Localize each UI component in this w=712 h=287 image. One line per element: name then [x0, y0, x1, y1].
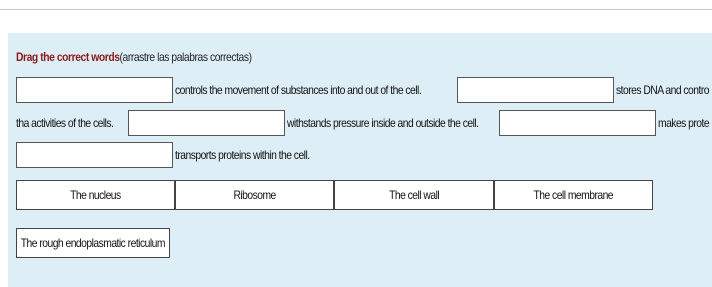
sentence-line-3: transports proteins within the cell.: [16, 142, 712, 168]
sentence-text-2b: tha activities of the cells.: [16, 116, 114, 130]
sentence-text-4: makes prote: [658, 116, 710, 130]
word-label: Ribosome: [233, 188, 276, 202]
word-the-cell-wall[interactable]: The cell wall: [334, 180, 494, 210]
sentence-line-2: tha activities of the cells. withstands …: [16, 110, 712, 136]
word-label: The cell wall: [388, 188, 440, 202]
word-label: The nucleus: [70, 188, 121, 202]
instruction-bold: Drag the correct words: [16, 50, 120, 64]
drop-target-2[interactable]: [457, 77, 614, 103]
sentence-text-2a: stores DNA and contro: [616, 83, 710, 97]
word-the-nucleus[interactable]: The nucleus: [16, 180, 175, 210]
drop-target-1[interactable]: [16, 77, 173, 103]
sentence-line-1: controls the movement of substances into…: [16, 77, 712, 103]
drop-target-4[interactable]: [499, 110, 656, 136]
word-the-cell-membrane[interactable]: The cell membrane: [494, 180, 653, 210]
word-label: The rough endoplasmatic reticulum: [20, 236, 166, 250]
sentence-text-5: transports proteins within the cell.: [175, 148, 310, 162]
top-divider: [0, 9, 712, 10]
drop-target-5[interactable]: [16, 142, 173, 168]
word-rough-endoplasmatic-reticulum[interactable]: The rough endoplasmatic reticulum: [16, 228, 170, 258]
instruction-translation: (arrastre las palabras correctas): [119, 50, 252, 64]
sentence-text-3: withstands pressure inside and outside t…: [287, 116, 479, 130]
drag-words-panel: Drag the correct words(arrastre las pala…: [8, 33, 712, 287]
instruction-text: Drag the correct words(arrastre las pala…: [16, 50, 252, 64]
word-label: The cell membrane: [533, 188, 614, 202]
sentence-text-1: controls the movement of substances into…: [175, 83, 422, 97]
drop-target-3[interactable]: [128, 110, 285, 136]
word-ribosome[interactable]: Ribosome: [175, 180, 334, 210]
